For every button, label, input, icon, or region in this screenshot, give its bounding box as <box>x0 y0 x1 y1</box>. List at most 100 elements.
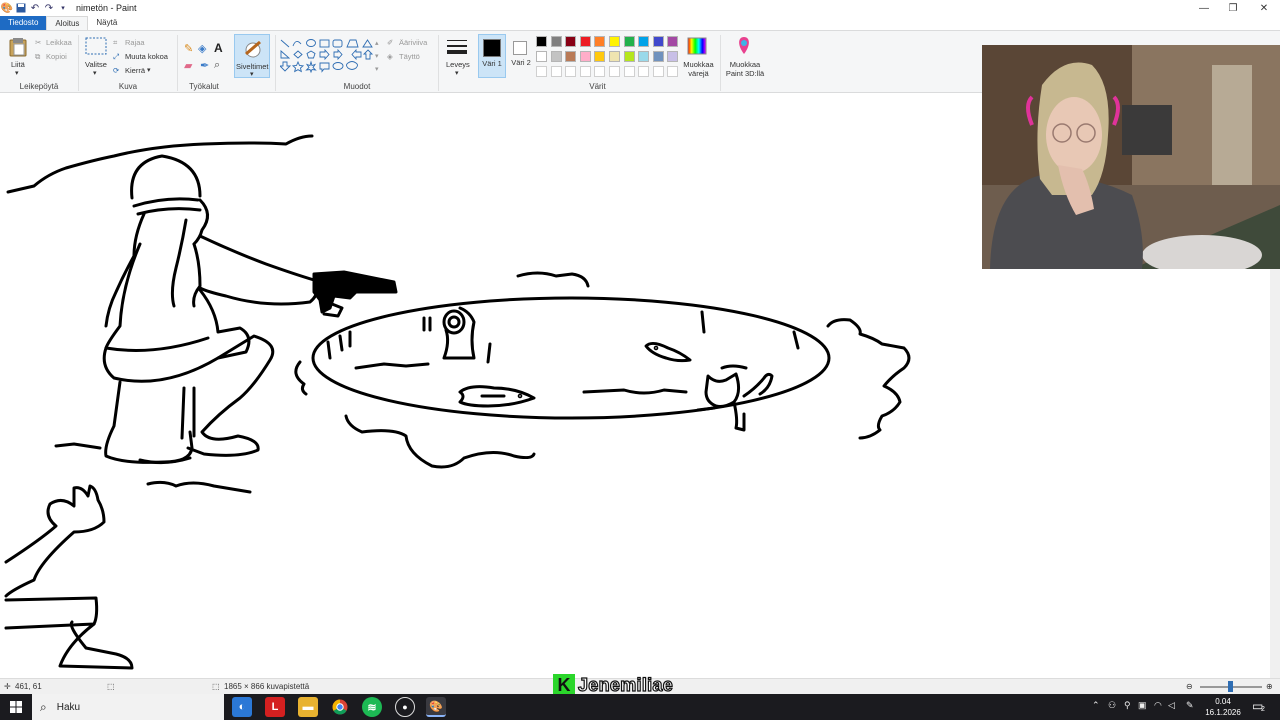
tray-network-icon[interactable]: ⚇ <box>1108 700 1116 711</box>
palette-swatch[interactable] <box>536 51 547 62</box>
shapes-scroll-down-icon[interactable]: ▾ <box>375 52 379 60</box>
paste-dropdown-icon[interactable]: ▾ <box>15 69 19 77</box>
palette-swatch[interactable] <box>594 51 606 62</box>
outline-icon[interactable]: ✐ <box>387 38 393 47</box>
close-button[interactable]: ✕ <box>1248 0 1280 16</box>
edit-colors-button[interactable]: Muokkaa värejä <box>682 60 715 78</box>
tray-volume-icon[interactable]: ◁ <box>1168 700 1175 711</box>
taskbar-spotify-icon[interactable]: ≋ <box>362 697 382 717</box>
edit-colors-icon[interactable] <box>687 37 707 57</box>
tray-overflow-icon[interactable]: ⌃ <box>1092 700 1100 711</box>
color1-button[interactable]: Väri 1 <box>478 34 506 78</box>
palette-swatch[interactable] <box>609 51 620 62</box>
paste-button[interactable]: Liitä <box>11 60 25 69</box>
text-tool-icon[interactable]: A <box>214 41 223 55</box>
taskbar-obs-icon[interactable]: ● <box>395 697 415 717</box>
cut-button[interactable]: Leikkaa <box>46 38 72 47</box>
taskbar-chrome-icon[interactable] <box>330 697 350 717</box>
palette-swatch[interactable] <box>667 36 679 47</box>
rotate-dropdown-icon[interactable]: ▾ <box>147 66 151 74</box>
taskbar-file-explorer-icon[interactable]: ▬ <box>298 697 318 717</box>
quick-access-dropdown-icon[interactable]: ▾ <box>56 1 70 15</box>
undo-icon[interactable]: ↶ <box>28 1 42 15</box>
palette-swatch[interactable] <box>536 66 547 77</box>
palette-swatch[interactable] <box>638 36 650 47</box>
palette-swatch[interactable] <box>652 51 664 62</box>
taskbar-clock[interactable]: 0.04 16.1.2026 <box>1203 696 1243 718</box>
size-icon[interactable] <box>446 38 468 58</box>
start-button[interactable] <box>0 694 32 720</box>
tray-display-icon[interactable]: ▣ <box>1138 700 1147 711</box>
tab-view[interactable]: Näytä <box>88 16 125 30</box>
fill-icon[interactable]: ◈ <box>387 52 393 61</box>
pencil-icon[interactable]: ✎ <box>184 42 193 55</box>
fill-button[interactable]: Täyttö <box>399 52 420 61</box>
palette-swatch[interactable] <box>550 51 562 62</box>
color-picker-icon[interactable]: ✒ <box>200 59 209 72</box>
save-icon[interactable] <box>14 1 28 15</box>
taskbar-search[interactable]: ⌕ Haku <box>32 694 224 720</box>
shapes-scroll-up-icon[interactable]: ▴ <box>375 39 379 47</box>
paste-icon[interactable] <box>9 37 27 59</box>
zoom-in-button[interactable]: ⊕ <box>1266 682 1273 691</box>
rotate-icon[interactable]: ⟳ <box>113 66 119 75</box>
tab-home[interactable]: Aloitus <box>46 16 89 30</box>
magnifier-icon[interactable]: ⌕ <box>214 59 220 72</box>
zoom-slider-thumb[interactable] <box>1228 681 1233 692</box>
select-icon[interactable] <box>85 37 107 57</box>
resize-button[interactable]: Muuta kokoa <box>125 52 168 61</box>
palette-swatch[interactable] <box>623 51 635 62</box>
color2-button[interactable]: Väri 2 <box>508 34 534 78</box>
size-button[interactable]: Leveys <box>446 60 470 69</box>
taskbar-l-app-icon[interactable]: L <box>265 697 285 717</box>
fill-bucket-icon[interactable]: ◈ <box>198 42 206 55</box>
restore-button[interactable]: ❐ <box>1217 0 1249 16</box>
palette-swatch[interactable] <box>579 51 591 62</box>
tab-file[interactable]: Tiedosto <box>0 16 47 30</box>
palette-swatch[interactable] <box>579 36 591 47</box>
shapes-more-icon[interactable]: ▾ <box>375 65 379 73</box>
minimize-button[interactable]: — <box>1188 0 1220 16</box>
copy-icon[interactable]: ⧉ <box>35 52 40 62</box>
copy-button[interactable]: Kopioi <box>46 52 67 61</box>
shapes-gallery[interactable] <box>280 38 376 76</box>
palette-swatch[interactable] <box>652 66 664 77</box>
palette-swatch[interactable] <box>594 36 606 47</box>
palette-swatch[interactable] <box>667 51 679 62</box>
palette-swatch[interactable] <box>565 66 577 77</box>
resize-icon[interactable]: ⤢ <box>113 52 119 62</box>
tray-wifi-icon[interactable]: ◠ <box>1154 700 1162 711</box>
palette-swatch[interactable] <box>594 66 606 77</box>
palette-swatch[interactable] <box>609 36 620 47</box>
palette-swatch[interactable] <box>579 66 591 77</box>
outline-button[interactable]: Ääriviiva <box>399 38 427 47</box>
edit-with-paint3d-button[interactable]: Muokkaa Paint 3D:llä <box>722 60 768 78</box>
palette-swatch[interactable] <box>565 36 577 47</box>
select-button[interactable]: Valitse <box>85 60 107 69</box>
palette-swatch[interactable] <box>565 51 577 62</box>
crop-icon[interactable]: ⌗ <box>113 38 117 48</box>
tray-mic-icon[interactable]: ⚲ <box>1124 700 1131 711</box>
taskbar-paint-icon[interactable]: 🎨 <box>426 697 446 717</box>
palette-swatch[interactable] <box>550 36 562 47</box>
palette-swatch[interactable] <box>623 36 635 47</box>
brushes-button[interactable]: Siveltimet ▾ <box>234 34 270 78</box>
palette-swatch[interactable] <box>667 66 679 77</box>
palette-swatch[interactable] <box>536 36 547 47</box>
eraser-icon[interactable]: ▰ <box>184 59 192 72</box>
size-dropdown-icon[interactable]: ▾ <box>455 69 459 77</box>
crop-button[interactable]: Rajaa <box>125 38 145 47</box>
redo-icon[interactable]: ↷ <box>42 1 56 15</box>
cut-icon[interactable]: ✂ <box>35 38 41 47</box>
palette-swatch[interactable] <box>638 66 650 77</box>
zoom-out-button[interactable]: ⊖ <box>1186 682 1193 691</box>
palette-swatch[interactable] <box>638 51 650 62</box>
taskbar-edge-icon[interactable]: ◐ <box>232 697 252 717</box>
palette-swatch[interactable] <box>550 66 562 77</box>
palette-swatch[interactable] <box>609 66 620 77</box>
rotate-button[interactable]: Kierrä <box>125 66 145 75</box>
palette-swatch[interactable] <box>652 36 664 47</box>
tray-pen-icon[interactable]: ✎ <box>1186 700 1194 711</box>
select-dropdown-icon[interactable]: ▾ <box>93 69 97 77</box>
palette-swatch[interactable] <box>623 66 635 77</box>
